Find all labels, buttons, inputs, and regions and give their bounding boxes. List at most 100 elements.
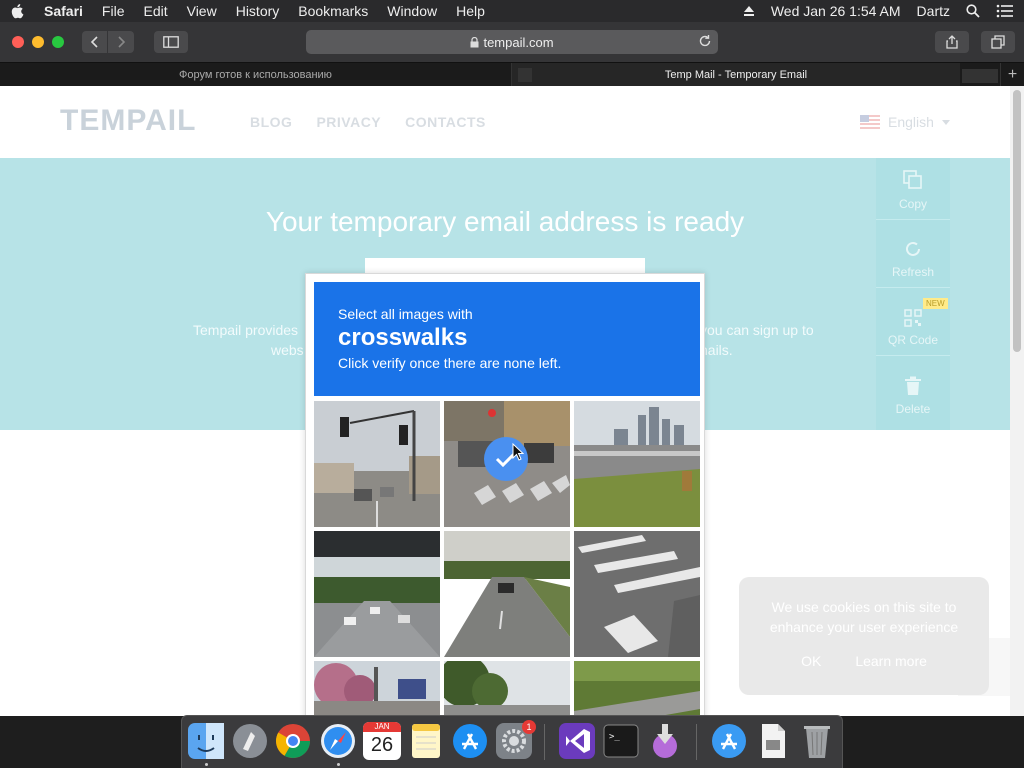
chrome-icon[interactable] (274, 722, 312, 760)
crosswalk-markings-image (574, 531, 700, 657)
notes-icon[interactable] (407, 722, 445, 760)
share-icon (946, 35, 958, 49)
captcha-tile-1[interactable] (314, 401, 440, 527)
menubar-datetime[interactable]: Wed Jan 26 1:54 AM (771, 3, 901, 19)
browser-toolbar: tempail.com (0, 22, 1024, 62)
trash-icon (905, 376, 921, 395)
running-indicator (205, 763, 208, 766)
minimize-window-button[interactable] (32, 36, 44, 48)
captcha-tile-3[interactable] (574, 401, 700, 527)
address-bar[interactable]: tempail.com (306, 30, 718, 54)
eject-icon[interactable] (743, 5, 755, 17)
menu-bar: Safari File Edit View History Bookmarks … (0, 0, 1024, 22)
app-store-icon[interactable] (451, 722, 489, 760)
copy-icon (903, 170, 922, 189)
cookie-learn-more-link[interactable]: Learn more (855, 651, 927, 671)
highway-skyline-image (574, 401, 700, 527)
captcha-tile-7[interactable] (314, 661, 440, 716)
menu-bookmarks[interactable]: Bookmarks (298, 3, 368, 19)
captcha-target-word: crosswalks (338, 324, 468, 351)
road-car-image (444, 531, 570, 657)
copy-label: Copy (898, 197, 927, 211)
copy-button[interactable]: Copy (876, 158, 950, 220)
calendar-month: JAN (363, 722, 401, 732)
close-window-button[interactable] (12, 36, 24, 48)
terminal-icon[interactable]: >_ (602, 722, 640, 760)
dock: JAN 26 1 >_ (181, 715, 843, 768)
safari-icon[interactable] (319, 722, 357, 760)
nav-privacy[interactable]: PRIVACY (316, 114, 381, 130)
street-trees-image (314, 661, 440, 716)
nav-blog[interactable]: BLOG (250, 114, 292, 130)
menubar-user[interactable]: Dartz (917, 3, 950, 19)
captcha-tile-4[interactable] (314, 531, 440, 657)
menu-history[interactable]: History (236, 3, 280, 19)
notification-badge: 1 (522, 720, 536, 734)
launchpad-icon[interactable] (231, 722, 269, 760)
tab-tempmail[interactable]: Temp Mail - Temporary Email (512, 63, 960, 87)
share-button[interactable] (935, 31, 969, 53)
visual-studio-icon[interactable] (558, 722, 596, 760)
site-header: TEMPAIL BLOG PRIVACY CONTACTS English (0, 86, 1010, 158)
email-actions-panel: Copy Refresh QR Code NEW Delete (876, 158, 950, 430)
preview-document-icon[interactable] (754, 722, 792, 760)
captcha-tile-6[interactable] (574, 531, 700, 657)
app-store-2-icon[interactable] (710, 722, 748, 760)
delete-button[interactable]: Delete (876, 362, 950, 424)
refresh-button[interactable]: Refresh (876, 226, 950, 288)
menu-view[interactable]: View (187, 3, 217, 19)
sidebar-toggle-button[interactable] (154, 31, 188, 53)
tab-overview-button[interactable] (981, 31, 1015, 53)
spotlight-search-icon[interactable] (966, 4, 980, 18)
scrollbar-thumb[interactable] (1013, 90, 1021, 352)
tab-bar: Форум готов к использованию Temp Mail - … (0, 62, 1024, 87)
back-button[interactable] (82, 31, 108, 53)
caret-down-icon (941, 119, 950, 125)
grass-road-image (574, 661, 700, 716)
cookie-text: We use cookies on this site to (771, 599, 957, 615)
language-label: English (888, 114, 934, 130)
trash-bin-icon[interactable] (798, 722, 836, 760)
menu-safari[interactable]: Safari (44, 3, 83, 19)
web-page: TEMPAIL BLOG PRIVACY CONTACTS English Yo… (0, 86, 1024, 716)
captcha-tile-8[interactable] (444, 661, 570, 716)
cookie-ok-button[interactable]: OK (801, 651, 821, 671)
reload-icon[interactable] (698, 34, 712, 48)
installer-icon[interactable] (646, 722, 684, 760)
menu-file[interactable]: File (102, 3, 125, 19)
cookie-notice: We use cookies on this site to enhance y… (739, 577, 989, 695)
desc-line: Tempail provides (193, 322, 299, 338)
tab-forum[interactable]: Форум готов к использованию (0, 63, 512, 87)
captcha-tile-2[interactable] (444, 401, 570, 527)
forward-button[interactable] (108, 31, 134, 53)
menu-window[interactable]: Window (387, 3, 437, 19)
calendar-icon[interactable]: JAN 26 (363, 722, 401, 760)
captcha-tile-9[interactable] (574, 661, 700, 716)
menu-edit[interactable]: Edit (143, 3, 167, 19)
window-controls (12, 36, 64, 48)
us-flag-icon (860, 115, 880, 129)
page-scrollbar[interactable] (1010, 86, 1024, 716)
refresh-label: Refresh (891, 265, 935, 279)
notification-center-icon[interactable] (996, 4, 1014, 18)
menu-help[interactable]: Help (456, 3, 485, 19)
captcha-prompt: Select all images with crosswalks Click … (314, 282, 700, 396)
street-image (314, 401, 440, 527)
refresh-icon (906, 241, 920, 256)
road-trees-image (444, 661, 570, 716)
captcha-challenge: Select all images with crosswalks Click … (305, 273, 705, 716)
tabs-icon (991, 35, 1005, 49)
tab-title: Форум готов к использованию (179, 69, 332, 81)
finder-icon[interactable] (187, 722, 225, 760)
dock-separator (696, 724, 697, 760)
nav-contacts[interactable]: CONTACTS (405, 114, 486, 130)
desc-line: you can sign up to (700, 322, 814, 338)
qr-code-icon (904, 309, 922, 327)
new-tab-button[interactable]: + (1000, 63, 1024, 87)
apple-icon[interactable] (10, 3, 26, 19)
captcha-hint: Click verify once there are none left. (338, 355, 562, 371)
captcha-tile-5[interactable] (444, 531, 570, 657)
zoom-window-button[interactable] (52, 36, 64, 48)
site-logo[interactable]: TEMPAIL (60, 104, 196, 138)
language-selector[interactable]: English (860, 114, 950, 130)
